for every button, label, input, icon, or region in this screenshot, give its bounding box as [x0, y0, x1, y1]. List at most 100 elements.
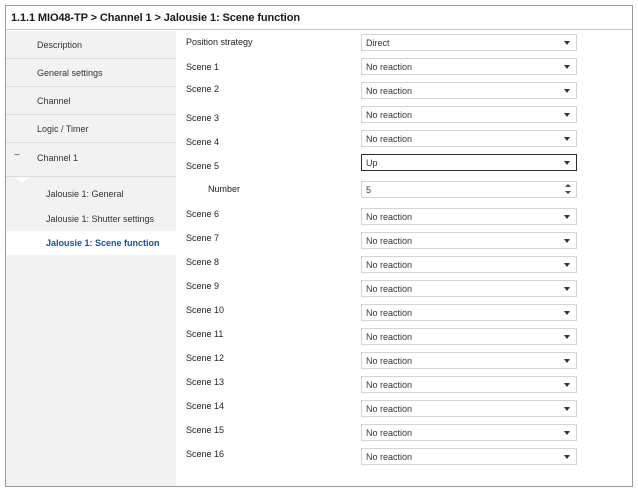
- chevron-down-icon: [564, 113, 570, 117]
- param-row-scene-6: Scene 6 No reaction: [178, 199, 632, 225]
- param-row-scene-11: Scene 11 No reaction: [178, 319, 632, 345]
- select-value: No reaction: [366, 110, 413, 120]
- param-label: Scene 9: [186, 281, 220, 291]
- param-label: Scene 11: [186, 329, 224, 339]
- param-row-scene-15: Scene 15 No reaction: [178, 415, 632, 441]
- param-label: Scene 10: [186, 305, 225, 315]
- param-label: Scene 12: [186, 353, 225, 363]
- param-row-scene-4: Scene 4 No reaction: [178, 127, 632, 151]
- param-row-scene-9: Scene 9 No reaction: [178, 271, 632, 297]
- chevron-down-icon: [564, 89, 570, 93]
- sidebar-item-jalousie-shutter-settings[interactable]: Jalousie 1: Shutter settings: [6, 207, 176, 231]
- chevron-down-icon: [564, 431, 570, 435]
- select-value: No reaction: [366, 236, 413, 246]
- sidebar-item-jalousie-scene-function[interactable]: Jalousie 1: Scene function: [6, 231, 178, 255]
- scene-5-select[interactable]: Up: [361, 154, 577, 171]
- sidebar-item-logic-timer[interactable]: Logic / Timer: [6, 115, 176, 143]
- select-value: No reaction: [366, 260, 413, 270]
- param-row-scene-2: Scene 2 No reaction: [178, 79, 632, 103]
- spin-arrows-icon[interactable]: [565, 184, 571, 195]
- param-label: Scene 14: [186, 401, 225, 411]
- chevron-down-icon: [564, 311, 570, 315]
- window-frame: 1.1.1 MIO48-TP > Channel 1 > Jalousie 1:…: [5, 5, 633, 487]
- param-row-scene-1: Scene 1 No reaction: [178, 55, 632, 79]
- select-value: No reaction: [366, 62, 413, 72]
- select-value: No reaction: [366, 134, 413, 144]
- select-value: No reaction: [366, 332, 413, 342]
- title-bar: 1.1.1 MIO48-TP > Channel 1 > Jalousie 1:…: [6, 6, 632, 30]
- chevron-down-icon: [564, 137, 570, 141]
- sidebar-item-channel[interactable]: Channel: [6, 87, 176, 115]
- param-row-scene-16: Scene 16 No reaction: [178, 439, 632, 465]
- sidebar-item-label: Jalousie 1: Shutter settings: [46, 214, 155, 224]
- chevron-down-icon: [564, 455, 570, 459]
- param-label: Scene 3: [186, 113, 220, 123]
- scene-5-number-stepper[interactable]: 5: [361, 181, 577, 198]
- param-row-scene-7: Scene 7 No reaction: [178, 223, 632, 249]
- select-value: No reaction: [366, 404, 413, 414]
- select-value: No reaction: [366, 356, 413, 366]
- param-label: Position strategy: [186, 37, 253, 47]
- param-label: Scene 5: [186, 161, 220, 171]
- sidebar-item-label: Channel 1: [37, 153, 79, 163]
- sidebar-item-description[interactable]: Description: [6, 31, 176, 59]
- sidebar-item-label: General settings: [37, 68, 103, 78]
- chevron-down-icon: [564, 383, 570, 387]
- select-value: No reaction: [366, 212, 413, 222]
- param-label: Scene 2: [186, 84, 220, 94]
- param-row-scene-8: Scene 8 No reaction: [178, 247, 632, 273]
- sidebar-item-label: Channel: [37, 96, 71, 106]
- select-value: Direct: [366, 38, 390, 48]
- param-label: Scene 6: [186, 209, 220, 219]
- sidebar-item-jalousie-general[interactable]: Jalousie 1: General: [6, 183, 176, 207]
- chevron-down-icon: [564, 65, 570, 69]
- scene-2-select[interactable]: No reaction: [361, 82, 577, 99]
- param-label: Scene 1: [186, 62, 220, 72]
- chevron-down-icon: [564, 239, 570, 243]
- collapse-icon[interactable]: −: [14, 150, 20, 161]
- param-label: Scene 16: [186, 449, 225, 459]
- select-value: No reaction: [366, 284, 413, 294]
- scene-3-select[interactable]: No reaction: [361, 106, 577, 123]
- select-value: Up: [366, 158, 378, 168]
- chevron-down-icon: [564, 41, 570, 45]
- param-row-scene-13: Scene 13 No reaction: [178, 367, 632, 393]
- param-row-scene-5-number: Number 5: [178, 175, 632, 199]
- chevron-down-icon: [564, 359, 570, 363]
- sidebar-item-label: Description: [37, 40, 83, 50]
- select-value: No reaction: [366, 428, 413, 438]
- param-label: Scene 7: [186, 233, 220, 243]
- parameter-panel: Position strategy Direct Scene 1 No reac…: [178, 31, 632, 486]
- param-row-position-strategy: Position strategy Direct: [178, 31, 632, 55]
- scene-4-select[interactable]: No reaction: [361, 130, 577, 147]
- spin-up-icon[interactable]: [565, 184, 571, 187]
- select-value: No reaction: [366, 452, 413, 462]
- chevron-down-icon: [564, 161, 570, 165]
- sidebar: Description General settings Channel Log…: [6, 31, 178, 486]
- scene-16-select[interactable]: No reaction: [361, 448, 577, 465]
- scene-1-select[interactable]: No reaction: [361, 58, 577, 75]
- param-label: Scene 4: [186, 137, 220, 147]
- sidebar-item-label: Logic / Timer: [37, 124, 89, 134]
- sidebar-item-general-settings[interactable]: General settings: [6, 59, 176, 87]
- chevron-down-icon: [564, 263, 570, 267]
- chevron-down-icon: [564, 335, 570, 339]
- stepper-value: 5: [366, 185, 372, 195]
- select-value: No reaction: [366, 86, 413, 96]
- sidebar-item-channel-1[interactable]: − Channel 1: [6, 143, 176, 177]
- param-label: Number: [208, 184, 241, 194]
- spin-down-icon[interactable]: [565, 191, 571, 194]
- sidebar-item-label: Jalousie 1: Scene function: [46, 238, 160, 248]
- sidebar-item-label: Jalousie 1: General: [46, 189, 124, 199]
- chevron-down-icon: [564, 215, 570, 219]
- param-label: Scene 8: [186, 257, 220, 267]
- param-row-scene-14: Scene 14 No reaction: [178, 391, 632, 417]
- position-strategy-select[interactable]: Direct: [361, 34, 577, 51]
- param-row-scene-12: Scene 12 No reaction: [178, 343, 632, 369]
- breadcrumb-title: 1.1.1 MIO48-TP > Channel 1 > Jalousie 1:…: [11, 12, 300, 24]
- param-label: Scene 15: [186, 425, 225, 435]
- param-label: Scene 13: [186, 377, 225, 387]
- select-value: No reaction: [366, 308, 413, 318]
- chevron-down-icon: [564, 407, 570, 411]
- param-row-scene-3: Scene 3 No reaction: [178, 103, 632, 127]
